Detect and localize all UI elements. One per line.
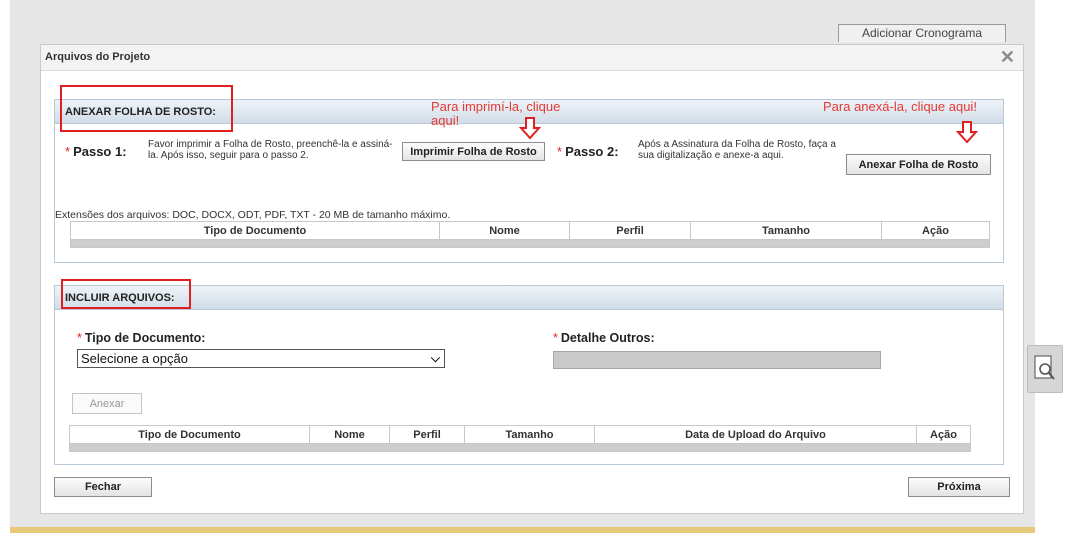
next-button[interactable]: Próxima [908, 477, 1010, 497]
chevron-down-icon: ⌵ [430, 351, 440, 365]
column-header: Tamanho [464, 425, 595, 444]
column-header: Tipo de Documento [70, 221, 440, 240]
bottom-strip [10, 527, 1035, 533]
step1-text: Favor imprimir a Folha de Rosto, preench… [148, 139, 393, 161]
print-cover-sheet-button[interactable]: Imprimir Folha de Rosto [402, 142, 545, 161]
other-details-label: * Detalhe Outros: [553, 331, 655, 345]
column-header: Perfil [569, 221, 691, 240]
included-files-table: Tipo de Documento Nome Perfil Tamanho Da… [69, 425, 971, 452]
section-header: INCLUIR ARQUIVOS: [55, 286, 1003, 310]
step1-label: * Passo 1: [65, 144, 127, 159]
step2-label: * Passo 2: [557, 144, 619, 159]
include-section-highlight [61, 279, 191, 309]
down-arrow-icon [956, 121, 978, 144]
attach-cover-sheet-button[interactable]: Anexar Folha de Rosto [846, 154, 991, 175]
down-arrow-icon [519, 117, 541, 140]
column-header: Perfil [389, 425, 465, 444]
modal-title: Arquivos do Projeto [45, 51, 151, 63]
column-header: Data de Upload do Arquivo [594, 425, 917, 444]
column-header: Tipo de Documento [69, 425, 310, 444]
column-header: Nome [309, 425, 390, 444]
table-row [69, 443, 971, 452]
other-details-input[interactable] [553, 351, 881, 369]
document-type-label: * Tipo de Documento: [77, 331, 206, 345]
column-header: Ação [881, 221, 990, 240]
step2-text: Após a Assinatura da Folha de Rosto, faç… [638, 139, 836, 161]
table-row [70, 239, 990, 248]
modal-header: Arquivos do Projeto ✕ [41, 45, 1023, 71]
close-icon[interactable]: ✕ [1000, 48, 1015, 66]
column-header: Ação [916, 425, 971, 444]
annex-section-highlight [60, 85, 233, 132]
close-button[interactable]: Fechar [54, 477, 152, 497]
document-type-select[interactable]: Selecione a opção ⌵ [77, 349, 445, 368]
attach-file-button[interactable]: Anexar [72, 393, 142, 414]
zoom-icon[interactable] [1027, 345, 1063, 393]
column-header: Tamanho [690, 221, 882, 240]
add-schedule-button[interactable]: Adicionar Cronograma [838, 24, 1006, 42]
attach-annotation: Para anexá-la, clique aqui! [823, 99, 977, 114]
column-header: Nome [439, 221, 570, 240]
print-annotation: Para imprimí-la, clique aqui! [431, 99, 561, 128]
cover-sheet-table: Tipo de Documento Nome Perfil Tamanho Aç… [70, 221, 990, 248]
file-extensions-note: Extensões dos arquivos: DOC, DOCX, ODT, … [55, 209, 451, 221]
